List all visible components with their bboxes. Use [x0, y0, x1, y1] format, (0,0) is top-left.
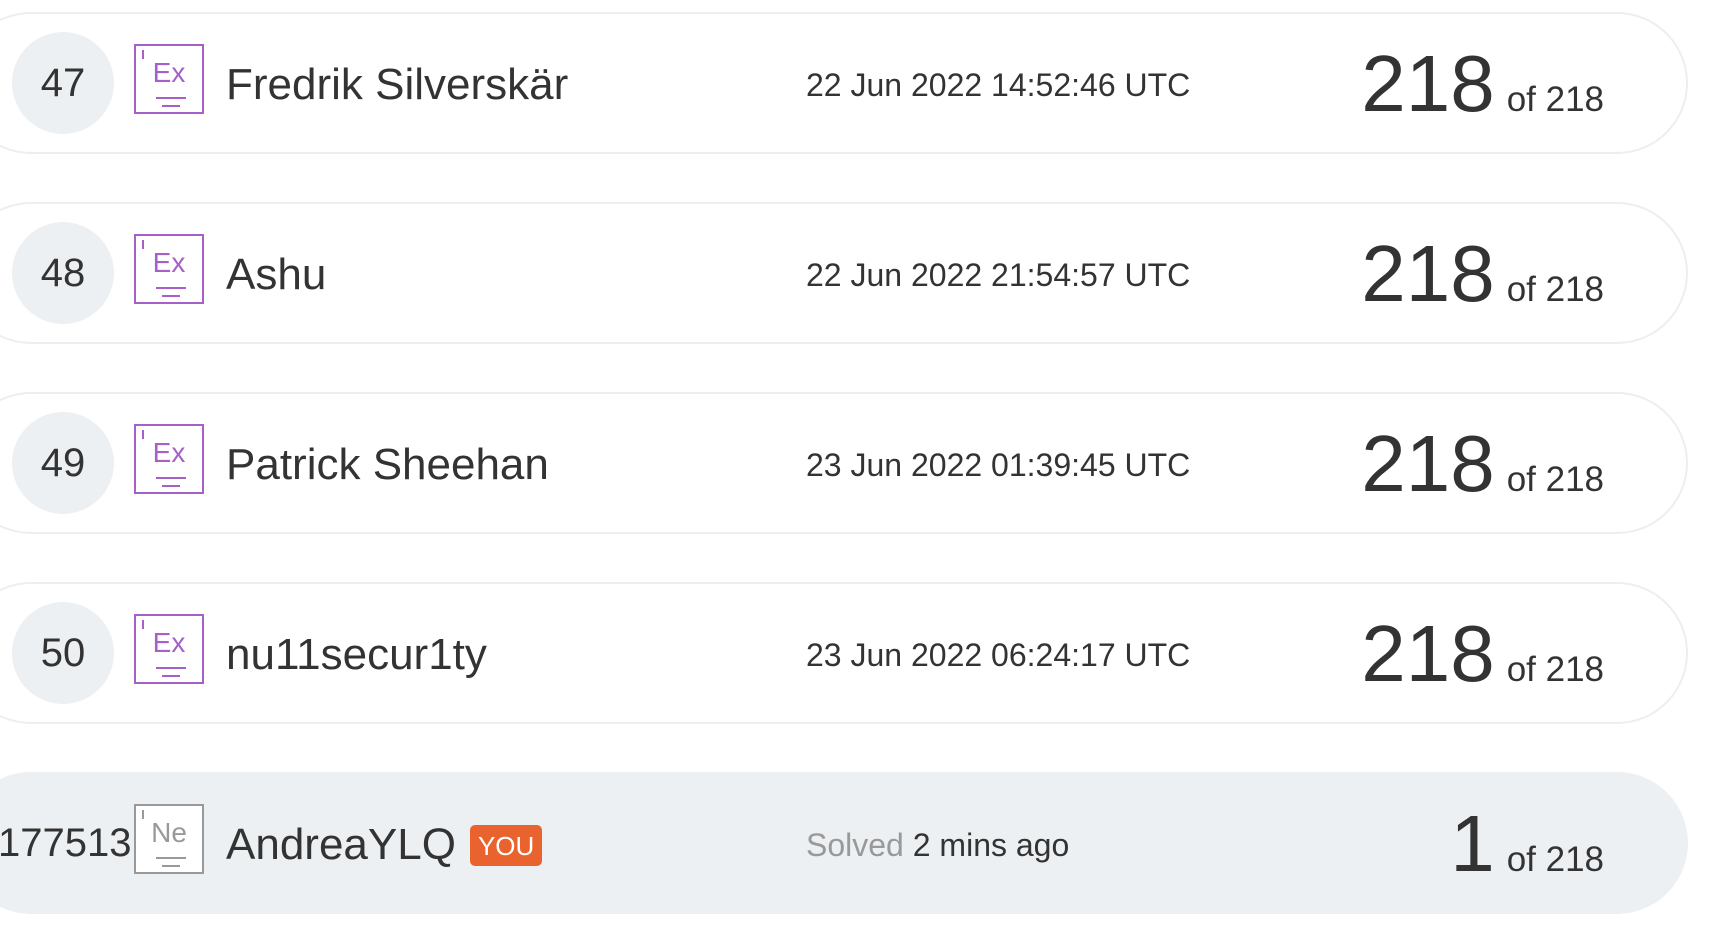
solved-label: Solved — [806, 827, 904, 863]
player-name[interactable]: AndreaYLQ YOU — [226, 814, 543, 876]
level-badge-icon: Ex — [134, 614, 204, 684]
leaderboard: 47 Ex Fredrik Silverskär 22 Jun 2022 14:… — [0, 0, 1714, 948]
solved-status: Solved 2 mins ago — [806, 825, 1069, 865]
score: 1 of 218 — [1450, 796, 1604, 892]
score-total: of 218 — [1506, 270, 1604, 309]
player-name[interactable]: Fredrik Silverskär — [226, 54, 568, 116]
player-name[interactable]: nu11secur1ty — [226, 624, 487, 686]
score: 218 of 218 — [1361, 226, 1604, 322]
score: 218 of 218 — [1361, 416, 1604, 512]
rank-number: 177513 — [0, 820, 132, 865]
score-total: of 218 — [1506, 650, 1604, 689]
level-badge-icon: Ne — [134, 804, 204, 874]
score-total: of 218 — [1506, 80, 1604, 119]
rank-circle: 47 — [12, 32, 114, 134]
rank-circle: 49 — [12, 412, 114, 514]
player-name[interactable]: Patrick Sheehan — [226, 434, 549, 496]
score-value: 218 — [1361, 229, 1495, 318]
solved-timestamp: 23 Jun 2022 06:24:17 UTC — [806, 637, 1191, 673]
current-user-row[interactable]: 177513 Ne AndreaYLQ YOU Solved 2 mins ag… — [0, 772, 1688, 914]
badge-symbol: Ex — [152, 627, 186, 658]
level-badge-icon: Ex — [134, 424, 204, 494]
solved-timestamp: 22 Jun 2022 21:54:57 UTC — [806, 257, 1191, 293]
leaderboard-row[interactable]: 49 Ex Patrick Sheehan 23 Jun 2022 01:39:… — [0, 392, 1688, 534]
score-value: 218 — [1361, 419, 1495, 508]
rank-circle: 48 — [12, 222, 114, 324]
score: 218 of 218 — [1361, 606, 1604, 702]
badge-symbol: Ex — [152, 437, 186, 468]
score-total: of 218 — [1506, 460, 1604, 499]
level-badge-icon: Ex — [134, 234, 204, 304]
solved-timestamp: 23 Jun 2022 01:39:45 UTC — [806, 447, 1191, 483]
score-value: 1 — [1450, 799, 1495, 888]
solved-ago: 2 mins ago — [912, 827, 1070, 863]
you-badge: YOU — [469, 824, 543, 866]
score-value: 218 — [1361, 609, 1495, 698]
badge-symbol: Ex — [152, 57, 186, 88]
score-value: 218 — [1361, 39, 1495, 128]
solved-timestamp: 22 Jun 2022 14:52:46 UTC — [806, 67, 1191, 103]
rank-circle: 50 — [12, 602, 114, 704]
badge-symbol: Ex — [152, 247, 186, 278]
leaderboard-row[interactable]: 47 Ex Fredrik Silverskär 22 Jun 2022 14:… — [0, 12, 1688, 154]
badge-symbol: Ne — [151, 817, 187, 848]
score: 218 of 218 — [1361, 36, 1604, 132]
leaderboard-row[interactable]: 48 Ex Ashu 22 Jun 2022 21:54:57 UTC 218 … — [0, 202, 1688, 344]
leaderboard-row[interactable]: 50 Ex nu11secur1ty 23 Jun 2022 06:24:17 … — [0, 582, 1688, 724]
score-total: of 218 — [1506, 840, 1604, 879]
level-badge-icon: Ex — [134, 44, 204, 114]
player-name[interactable]: Ashu — [226, 244, 326, 306]
